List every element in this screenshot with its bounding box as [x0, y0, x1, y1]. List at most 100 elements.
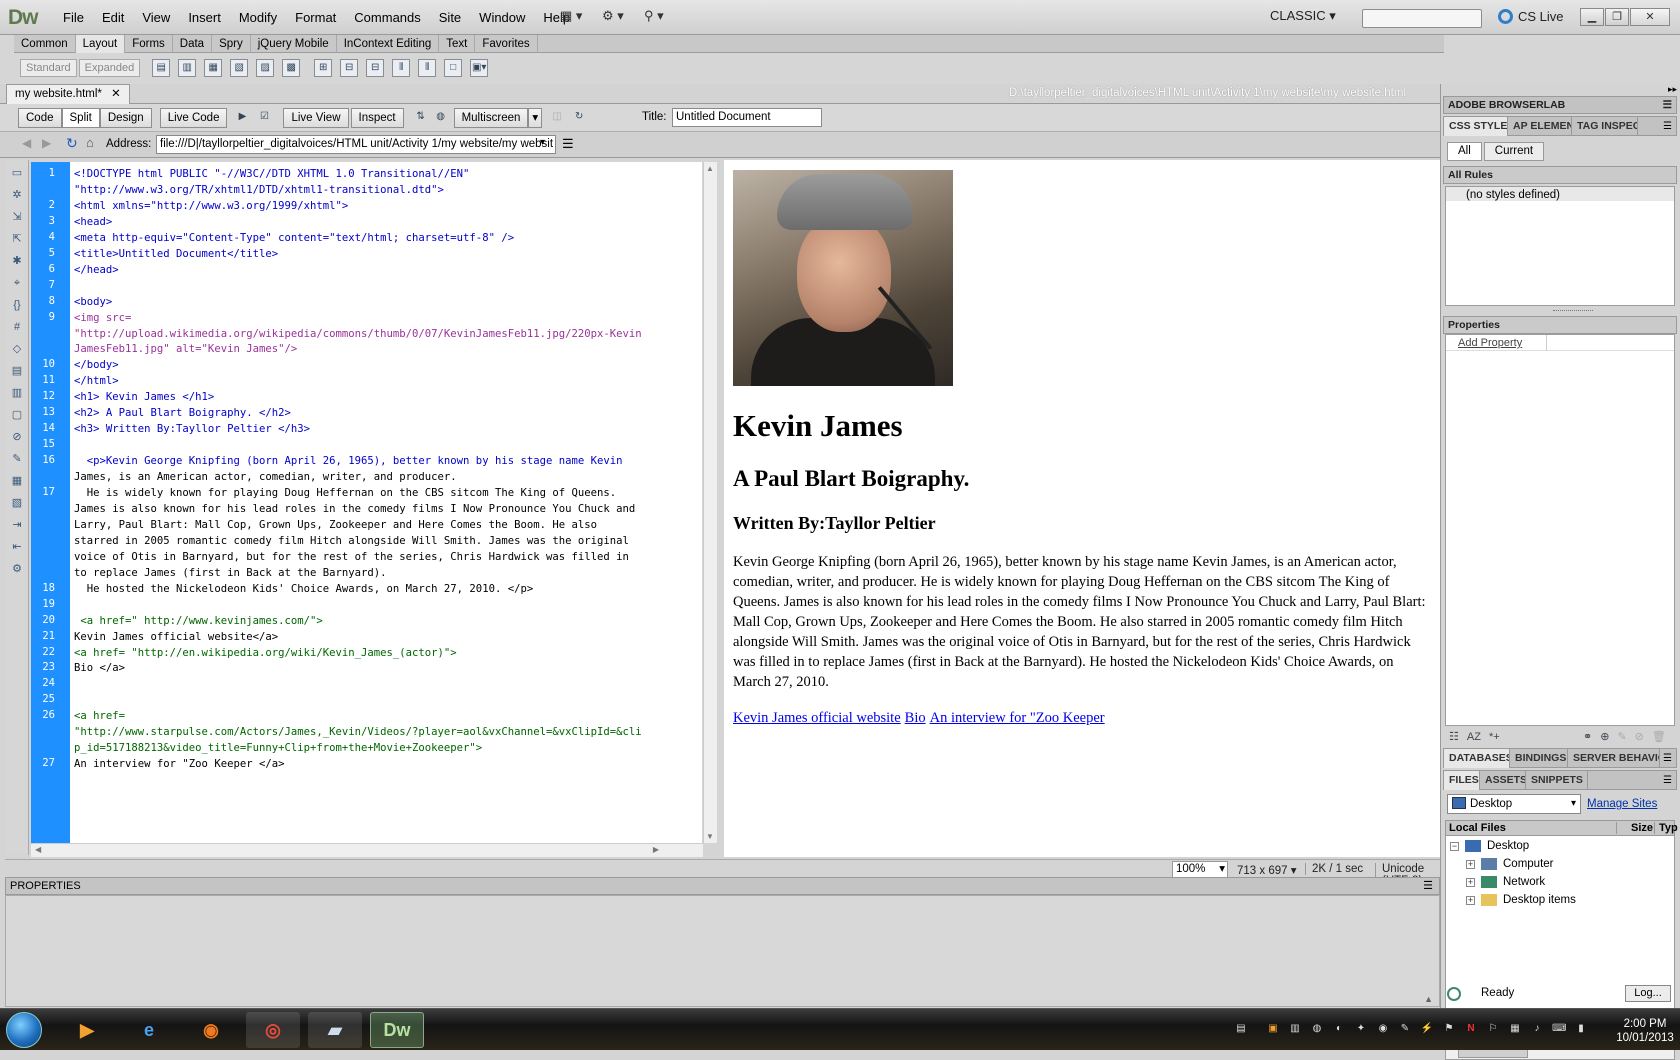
tree-item-desktop[interactable]: − Desktop: [1450, 840, 1529, 852]
netflix-tray-icon[interactable]: N: [1464, 1023, 1478, 1037]
set-properties-icon[interactable]: *+: [1489, 731, 1500, 743]
tree-item-computer[interactable]: + Computer: [1466, 858, 1554, 870]
design-view[interactable]: Kevin James A Paul Blart Boigraphy. Writ…: [724, 160, 1440, 857]
dreamweaver-taskbar-icon[interactable]: Dw: [370, 1012, 424, 1048]
multiscreen-dropdown-icon[interactable]: ▾: [528, 108, 543, 128]
code-line[interactable]: <a href=: [74, 708, 125, 724]
code-line[interactable]: Kevin James official website</a>: [74, 629, 278, 645]
tray-icon-3[interactable]: ▥: [1288, 1023, 1302, 1037]
panel-menu-icon[interactable]: ☰: [1663, 97, 1676, 113]
code-line[interactable]: <a href= "http://en.wikipedia.org/wiki/K…: [74, 645, 457, 661]
code-line[interactable]: <html xmlns="http://www.w3.org/1999/xhtm…: [74, 198, 348, 214]
apply-comment-icon[interactable]: ▢: [9, 408, 25, 422]
insert-row-above-icon[interactable]: ⊟: [340, 59, 359, 77]
tab-tag-inspector[interactable]: TAG INSPECTOR: [1572, 116, 1638, 136]
back-icon[interactable]: ◀: [22, 136, 31, 150]
spry-menu-icon[interactable]: ▦: [204, 59, 223, 77]
insert-tab-jquery-mobile[interactable]: jQuery Mobile: [251, 34, 337, 53]
insert-div-icon[interactable]: ▤: [152, 59, 171, 77]
code-line[interactable]: </body>: [74, 357, 119, 373]
home-icon[interactable]: ⌂: [86, 135, 94, 150]
official-website-link[interactable]: Kevin James official website: [733, 710, 901, 726]
insert-tab-incontext-editing[interactable]: InContext Editing: [337, 34, 440, 53]
keyboard-icon[interactable]: ⌨: [1552, 1023, 1566, 1037]
refresh-design-icon[interactable]: ↻: [570, 109, 588, 127]
media-player-icon[interactable]: ▶: [60, 1012, 114, 1048]
table-icon[interactable]: ⊞: [314, 59, 333, 77]
delete-rule-icon[interactable]: 🗑: [1652, 730, 1666, 743]
extend-dropdown-icon[interactable]: ⚙ ▾: [598, 8, 628, 28]
indent-code-icon[interactable]: ⇥: [9, 518, 25, 532]
cs-live-label[interactable]: CS Live: [1518, 9, 1564, 24]
spry-collapsible-icon[interactable]: ▩: [282, 59, 301, 77]
forward-icon[interactable]: ▶: [42, 136, 51, 150]
highlight-invalid-icon[interactable]: ◇: [9, 342, 25, 356]
new-css-rule-icon[interactable]: ⊕: [1600, 730, 1609, 743]
browserlab-header[interactable]: ADOBE BROWSERLAB ☰: [1443, 96, 1677, 114]
tab-files[interactable]: FILES: [1444, 770, 1480, 790]
menu-view[interactable]: View: [133, 0, 179, 35]
remove-comment-icon[interactable]: ⊘: [9, 430, 25, 444]
code-line[interactable]: <a href=" http://www.kevinjames.com/">: [74, 613, 322, 629]
code-line[interactable]: An interview for "Zoo Keeper </a>: [74, 756, 284, 772]
spry-tabbed-icon[interactable]: ▧: [230, 59, 249, 77]
draw-ap-div-icon[interactable]: ▥: [178, 59, 197, 77]
code-vertical-scrollbar[interactable]: ▲ ▼: [703, 162, 717, 843]
panel-menu-icon[interactable]: ☰: [1663, 775, 1676, 786]
move-css-icon[interactable]: ▧: [9, 496, 25, 510]
scroll-down-icon[interactable]: ▼: [706, 832, 714, 841]
check-browser-icon[interactable]: ☑: [255, 109, 273, 127]
code-line[interactable]: James, is an American actor, comedian, w…: [74, 469, 457, 485]
collapse-full-tag-icon[interactable]: ⇲: [9, 210, 25, 224]
menu-window[interactable]: Window: [470, 0, 534, 35]
insert-tab-data[interactable]: Data: [173, 34, 213, 53]
restore-button[interactable]: ❐: [1605, 8, 1629, 26]
window-size[interactable]: 713 x 697 ▾: [1237, 863, 1296, 877]
tray-icon-2[interactable]: ▣: [1266, 1023, 1280, 1037]
code-view-button[interactable]: Code: [18, 108, 62, 128]
code-line[interactable]: "http://upload.wikimedia.org/wikipedia/c…: [74, 326, 642, 342]
system-clock[interactable]: 2:00 PM 10/01/2013: [1610, 1017, 1680, 1045]
scroll-left-icon[interactable]: ◀: [35, 845, 41, 854]
interview-link[interactable]: An interview for "Zoo Keeper: [930, 710, 1105, 726]
multiscreen-button[interactable]: Multiscreen: [453, 108, 529, 128]
tab-snippets[interactable]: SNIPPETS: [1526, 770, 1588, 790]
insert-tab-common[interactable]: Common: [14, 34, 76, 53]
menu-modify[interactable]: Modify: [230, 0, 286, 35]
insert-row-below-icon[interactable]: ⊟: [366, 59, 385, 77]
code-line[interactable]: JamesFeb11.jpg" alt="Kevin James"/>: [74, 341, 297, 357]
code-line[interactable]: p_id=517188213&video_title=Funny+Clip+fr…: [74, 740, 482, 756]
volume-icon[interactable]: ♪: [1530, 1023, 1544, 1037]
tray-icon-7[interactable]: ◉: [1376, 1023, 1390, 1037]
tab-assets[interactable]: ASSETS: [1480, 770, 1526, 790]
site-dropdown-icon[interactable]: ⚲ ▾: [640, 8, 668, 28]
power-icon[interactable]: ▮: [1574, 1023, 1588, 1037]
expand-panels-icon[interactable]: ▸▸: [1443, 84, 1677, 96]
layout-dropdown-icon[interactable]: ▦ ▾: [556, 8, 586, 28]
iframe-icon[interactable]: □: [444, 59, 463, 77]
address-input[interactable]: file:///D|/tayllorpeltier_digitalvoices/…: [156, 135, 556, 154]
insert-tab-layout[interactable]: Layout: [75, 34, 126, 53]
frames-dropdown-icon[interactable]: ▣▾: [470, 59, 489, 77]
code-line[interactable]: <h1> Kevin James </h1>: [74, 389, 214, 405]
code-line[interactable]: Larry, Paul Blart: Mall Cop, Grown Ups, …: [74, 517, 597, 533]
inspect-button[interactable]: Inspect: [350, 108, 404, 128]
chrome-icon[interactable]: ◎: [246, 1012, 300, 1048]
insert-tab-favorites[interactable]: Favorites: [475, 34, 538, 53]
format-source-icon[interactable]: ⚙: [9, 562, 25, 576]
view-options-icon[interactable]: ☰: [562, 136, 574, 152]
visual-aids-icon[interactable]: ◫: [548, 109, 566, 127]
file-management-icon[interactable]: ⇅: [412, 109, 430, 127]
tray-icon-1[interactable]: ▤: [1234, 1023, 1248, 1037]
wrap-tag-icon[interactable]: ✎: [9, 452, 25, 466]
code-line[interactable]: Bio </a>: [74, 660, 125, 676]
menu-format[interactable]: Format: [286, 0, 345, 35]
internet-explorer-icon[interactable]: e: [122, 1012, 176, 1048]
minimize-button[interactable]: ▁: [1580, 8, 1604, 26]
live-code-button[interactable]: Live Code: [159, 108, 228, 128]
edit-rule-icon[interactable]: ✎: [1617, 730, 1626, 743]
syntax-coloring-icon[interactable]: ▤: [9, 364, 25, 378]
menu-insert[interactable]: Insert: [179, 0, 230, 35]
cs-live-icon[interactable]: [1498, 9, 1513, 24]
tab-css-styles[interactable]: CSS STYLES: [1444, 116, 1508, 136]
